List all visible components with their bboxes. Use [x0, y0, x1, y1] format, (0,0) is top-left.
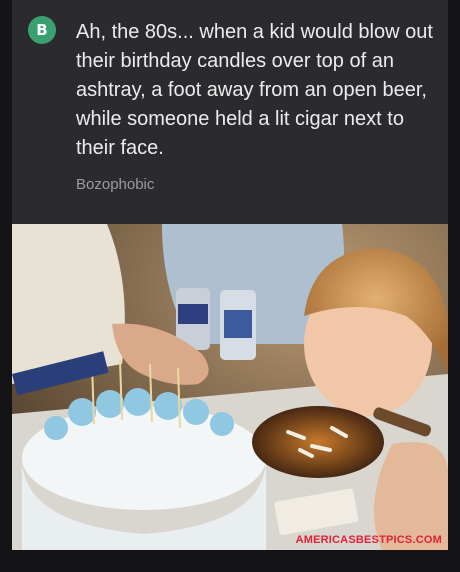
avatar-letter: B	[36, 21, 48, 39]
post-text: Ah, the 80s... when a kid would blow out…	[76, 21, 433, 159]
ashtray	[252, 406, 384, 478]
birthday-photo-illustration	[12, 224, 448, 550]
username[interactable]: Bozophobic	[76, 176, 154, 193]
post-card: B Ah, the 80s... when a kid would blow o…	[12, 0, 448, 224]
user-avatar[interactable]: B	[28, 16, 56, 44]
post-photo: AMERICASBESTPICS.COM	[12, 224, 448, 550]
watermark: AMERICASBESTPICS.COM	[295, 534, 442, 546]
